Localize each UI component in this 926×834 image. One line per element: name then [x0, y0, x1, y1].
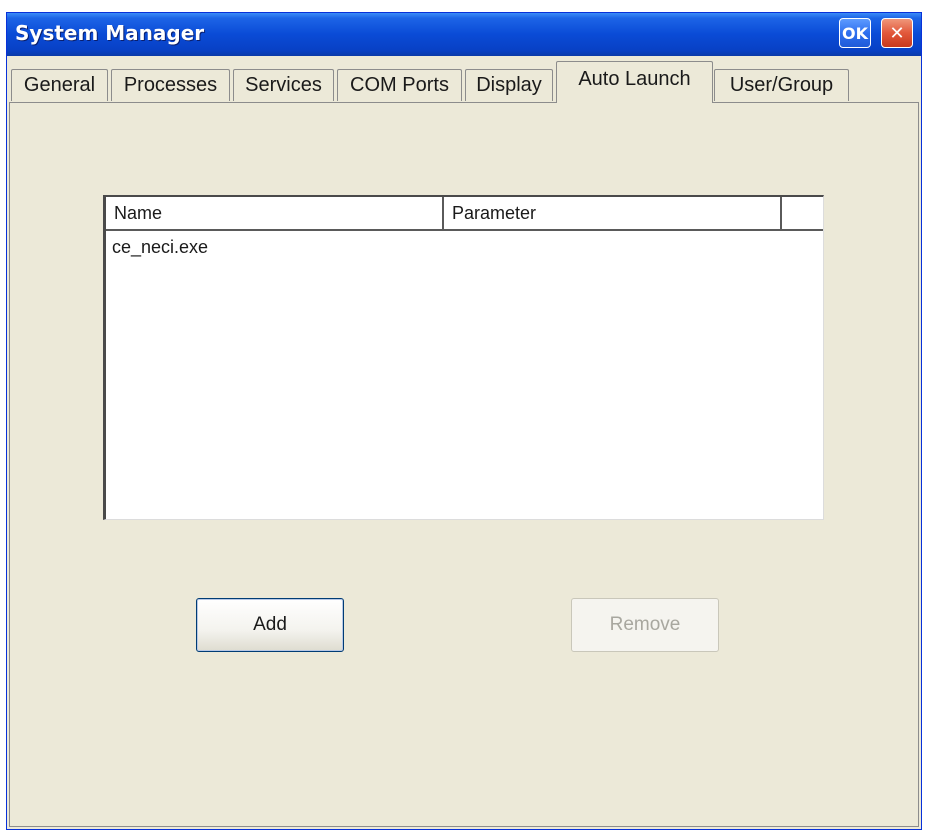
tab-general[interactable]: General [11, 69, 108, 101]
close-icon: ✕ [889, 22, 905, 44]
close-button[interactable]: ✕ [881, 18, 913, 48]
tab-auto-launch[interactable]: Auto Launch [556, 61, 713, 103]
ok-button[interactable]: OK [839, 18, 871, 48]
column-header-empty[interactable] [782, 197, 822, 229]
column-header-name[interactable]: Name [106, 197, 444, 229]
auto-launch-panel: Name Parameter ce_neci.exe Add Remove [9, 102, 919, 827]
tab-user-group[interactable]: User/Group [714, 69, 849, 101]
tab-processes[interactable]: Processes [111, 69, 230, 101]
remove-button[interactable]: Remove [571, 598, 719, 652]
tab-display[interactable]: Display [465, 69, 553, 101]
auto-launch-list[interactable]: Name Parameter ce_neci.exe [103, 195, 824, 520]
tab-services[interactable]: Services [233, 69, 334, 101]
tab-strip: General Processes Services COM Ports Dis… [9, 61, 909, 103]
title-bar[interactable]: System Manager OK ✕ [7, 13, 921, 56]
window-title: System Manager [15, 21, 205, 45]
list-item-name: ce_neci.exe [112, 237, 209, 257]
list-header: Name Parameter [106, 197, 823, 231]
column-header-parameter[interactable]: Parameter [444, 197, 782, 229]
system-manager-window: System Manager OK ✕ General Processes Se… [6, 12, 922, 830]
add-button[interactable]: Add [196, 598, 344, 652]
tab-com-ports[interactable]: COM Ports [337, 69, 462, 101]
list-item[interactable]: ce_neci.exe [106, 233, 823, 261]
